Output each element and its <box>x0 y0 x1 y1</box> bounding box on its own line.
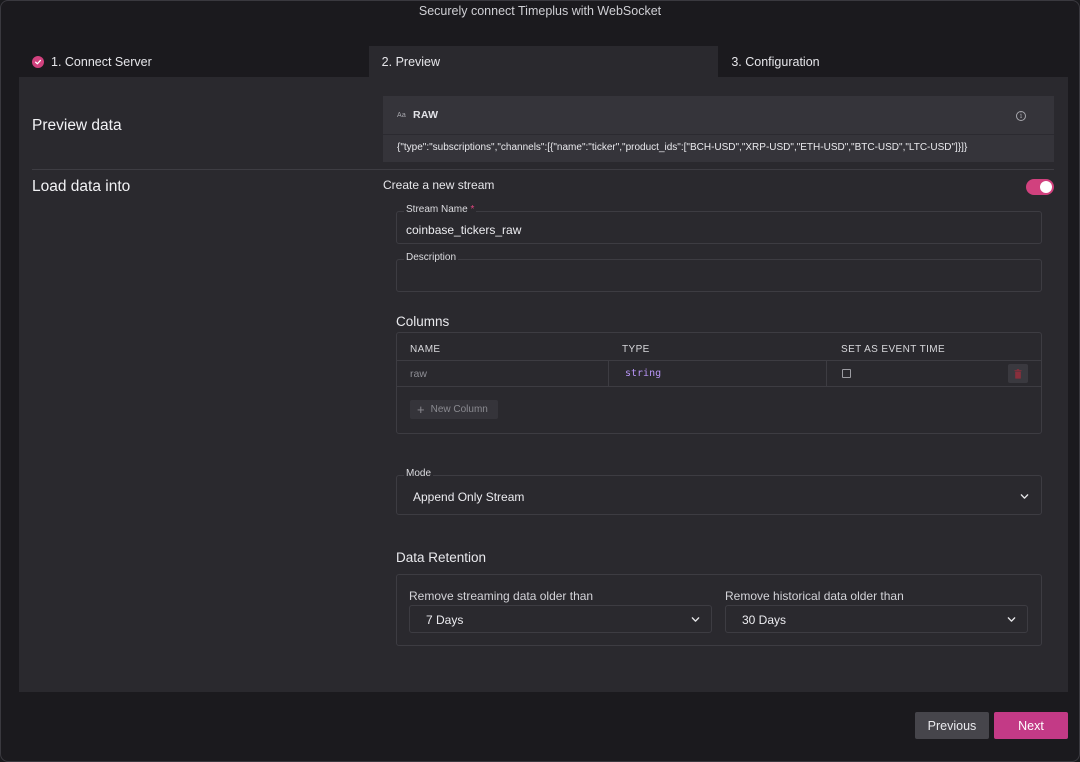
preview-data-text: {"type":"subscriptions","channels":[{"na… <box>397 142 968 153</box>
websocket-dialog: Securely connect Timeplus with WebSocket… <box>0 0 1080 762</box>
column-header-name: NAME <box>410 344 441 355</box>
column-header-event-time: SET AS EVENT TIME <box>841 344 946 355</box>
tab-connect-server[interactable]: 1. Connect Server <box>19 46 369 77</box>
dialog-title: Securely connect Timeplus with WebSocket <box>418 4 662 18</box>
create-stream-toggle[interactable] <box>1026 179 1054 195</box>
next-button[interactable]: Next <box>994 712 1068 739</box>
historical-retention-value: 30 Days <box>742 613 787 627</box>
data-retention-heading: Data Retention <box>396 550 487 565</box>
stream-name-field[interactable]: Stream Name * coinbase_tickers_raw <box>396 204 1042 244</box>
data-retention-box: Remove streaming data older than 7 Days … <box>396 574 1042 646</box>
column-name-cell[interactable]: raw <box>410 368 427 380</box>
columns-heading: Columns <box>396 314 450 329</box>
table-row: raw string <box>397 360 1041 387</box>
previous-button[interactable]: Previous <box>915 712 989 739</box>
load-data-heading: Load data into <box>32 178 131 195</box>
raw-preview-header: Aa RAW i <box>383 96 1054 135</box>
tab-label: 1. Connect Server <box>51 54 152 69</box>
trash-icon <box>1014 368 1022 379</box>
column-header-type: TYPE <box>622 344 650 355</box>
description-label: Description <box>404 252 459 263</box>
mode-label: Mode <box>404 468 434 479</box>
streaming-retention-label: Remove streaming data older than <box>409 589 594 603</box>
chevron-down-icon <box>691 617 700 622</box>
historical-retention-select[interactable]: 30 Days <box>725 605 1028 633</box>
raw-preview-box: Aa RAW i {"type":"subscriptions","channe… <box>383 96 1054 162</box>
new-column-label: New Column <box>430 404 488 415</box>
preview-panel: Preview data Aa RAW i {"type":"subscript… <box>19 77 1068 692</box>
tab-configuration[interactable]: 3. Configuration <box>718 46 1068 77</box>
chevron-down-icon <box>1007 617 1016 622</box>
event-time-checkbox[interactable] <box>842 369 851 378</box>
preview-data-heading: Preview data <box>32 117 122 134</box>
stream-name-value: coinbase_tickers_raw <box>406 223 522 237</box>
columns-table: NAME TYPE SET AS EVENT TIME raw string +… <box>396 332 1042 434</box>
historical-retention-label: Remove historical data older than <box>725 589 904 603</box>
create-stream-label: Create a new stream <box>383 178 495 192</box>
streaming-retention-value: 7 Days <box>426 613 464 627</box>
check-circle-icon <box>32 55 44 68</box>
required-mark: * <box>470 204 475 215</box>
mode-value: Append Only Stream <box>413 490 525 504</box>
format-label: RAW <box>412 109 439 121</box>
description-field[interactable]: Description <box>396 252 1042 292</box>
toggle-knob <box>1040 181 1052 193</box>
column-type-cell[interactable]: string <box>608 361 827 386</box>
streaming-retention-select[interactable]: 7 Days <box>409 605 712 633</box>
mode-select[interactable]: Mode Append Only Stream <box>396 468 1042 515</box>
chevron-down-icon <box>1020 494 1029 499</box>
section-divider <box>32 169 1054 170</box>
tab-preview[interactable]: 2. Preview <box>368 46 719 77</box>
wizard-tabs: 1. Connect Server 2. Preview 3. Configur… <box>19 46 1068 77</box>
info-icon[interactable]: i <box>1016 111 1026 121</box>
tab-label: 2. Preview <box>381 54 441 69</box>
stream-name-label: Stream Name * <box>404 204 477 215</box>
delete-column-button[interactable] <box>1008 364 1028 383</box>
plus-icon: + <box>417 401 425 417</box>
new-column-button[interactable]: + New Column <box>410 400 498 419</box>
tab-label: 3. Configuration <box>731 54 820 69</box>
text-format-icon: Aa <box>397 111 406 119</box>
